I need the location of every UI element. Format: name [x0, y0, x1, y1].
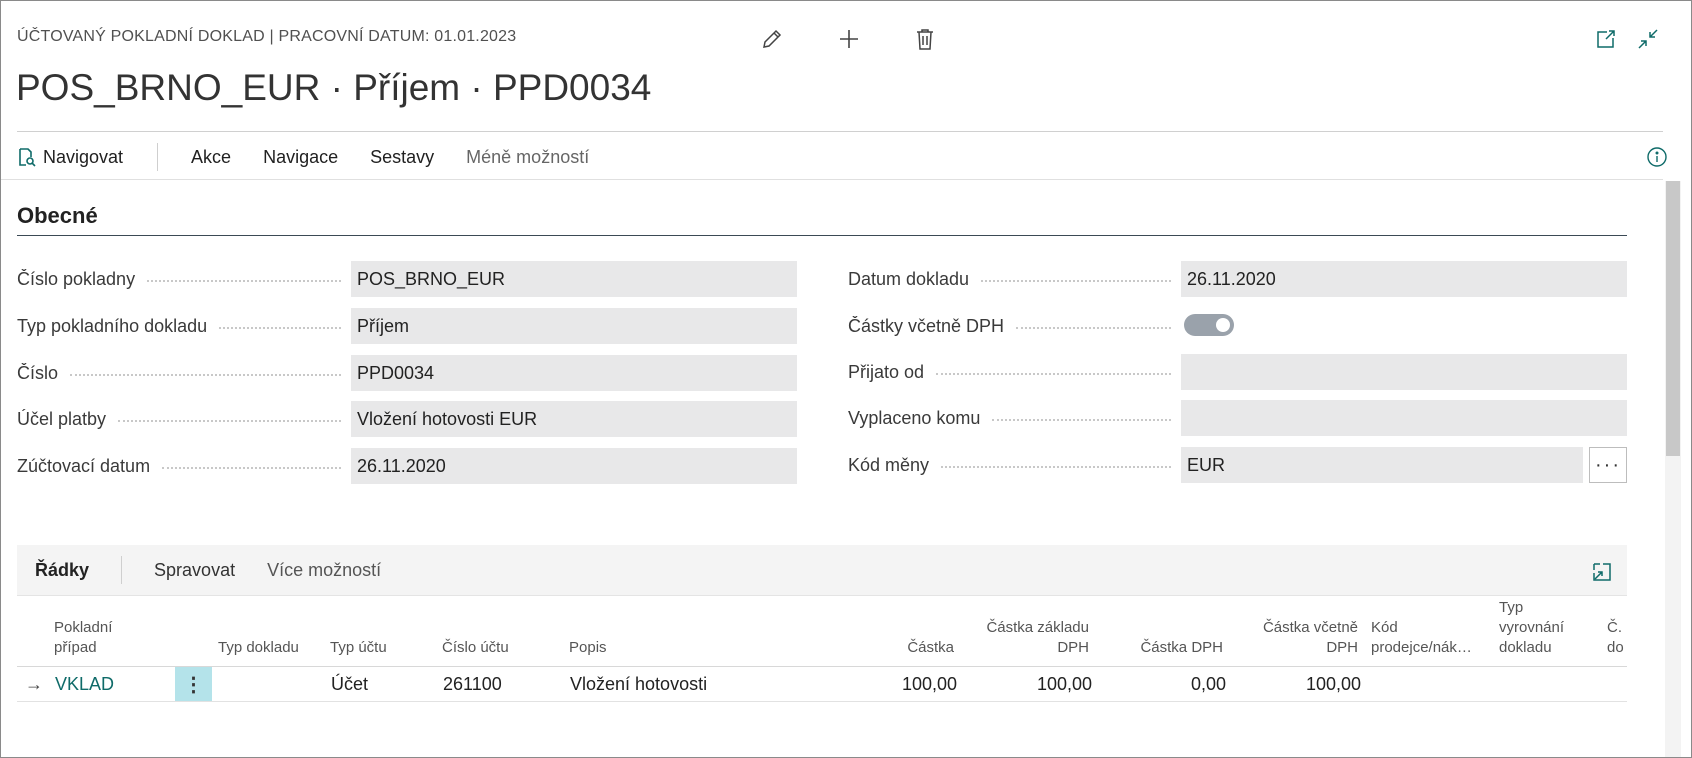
field-label: Datum dokladu — [848, 268, 970, 289]
page-title: POS_BRNO_EUR · Příjem · PPD0034 — [16, 67, 652, 108]
actions-menu[interactable]: Akce — [175, 141, 247, 173]
header-cash-case[interactable]: Pokladní případ — [54, 618, 112, 658]
field-label: Číslo pokladny — [17, 268, 136, 289]
expand-icon[interactable] — [1591, 561, 1613, 583]
cell-amount-incl-vat[interactable]: 100,00 — [1242, 667, 1361, 701]
lines-toolbar: Řádky Spravovat Více možností — [17, 545, 1627, 595]
field-cash-desk-no: Číslo pokladny — [17, 261, 351, 297]
payment-purpose-value[interactable]: Vložení hotovosti EUR — [351, 401, 797, 437]
field-posting-date: Zúčtovací datum — [17, 448, 351, 484]
scrollbar-thumb[interactable] — [1666, 181, 1680, 456]
field-cash-doc-type: Typ pokladního dokladu — [17, 308, 351, 344]
cell-vat-base[interactable]: 100,00 — [973, 667, 1092, 701]
find-entries-icon — [17, 147, 37, 167]
header-vat-base[interactable]: Částka základu DPH — [973, 618, 1089, 658]
header-amount[interactable]: Částka — [853, 638, 954, 658]
navigate-button[interactable]: Navigovat — [17, 141, 139, 173]
header-applies-to-doc-type[interactable]: Typ vyrovnání dokladu — [1499, 598, 1564, 658]
trash-icon[interactable] — [909, 23, 941, 55]
field-amounts-incl-vat: Částky včetně DPH — [848, 308, 1181, 344]
header-description[interactable]: Popis — [569, 638, 607, 658]
row-menu-button[interactable]: ⋮ — [175, 667, 212, 701]
divider — [1, 179, 1663, 180]
currency-lookup-button[interactable]: ··· — [1589, 447, 1627, 483]
plus-icon[interactable] — [833, 23, 865, 55]
tab-lines[interactable]: Řádky — [17, 560, 105, 581]
header-account-type[interactable]: Typ účtu — [330, 638, 387, 658]
currency-code-value[interactable]: EUR — [1181, 447, 1583, 483]
lines-part: Řádky Spravovat Více možností Pokladní p… — [17, 545, 1627, 757]
paid-to-value[interactable] — [1181, 400, 1627, 436]
cash-case-link[interactable]: VKLAD — [55, 667, 114, 701]
header-applies-to-doc-no[interactable]: Č. do — [1607, 618, 1624, 658]
divider — [17, 131, 1663, 132]
header-doc-type[interactable]: Typ dokladu — [218, 638, 299, 658]
field-currency-code: Kód měny — [848, 447, 1181, 483]
field-label: Typ pokladního dokladu — [17, 315, 208, 336]
document-date-value[interactable]: 26.11.2020 — [1181, 261, 1627, 297]
field-payment-purpose: Účel platby — [17, 401, 351, 437]
header-account-no[interactable]: Číslo účtu — [442, 638, 509, 658]
cell-account-no[interactable]: 261100 — [443, 667, 502, 701]
number-value[interactable]: PPD0034 — [351, 355, 797, 391]
cash-doc-type-value[interactable]: Příjem — [351, 308, 797, 344]
more-options-button[interactable]: Více možností — [251, 560, 397, 581]
cell-vat-amount[interactable]: 0,00 — [1107, 667, 1226, 701]
navigation-menu[interactable]: Navigace — [247, 141, 354, 173]
actionbar-divider — [157, 143, 159, 171]
page-frame: ÚČTOVANÝ POKLADNÍ DOKLAD | PRACOVNÍ DATU… — [0, 0, 1692, 758]
header-amount-incl-vat[interactable]: Částka včetně DPH — [1242, 618, 1358, 658]
reports-menu[interactable]: Sestavy — [354, 141, 450, 173]
header-vat-amount[interactable]: Částka DPH — [1107, 638, 1223, 658]
received-from-value[interactable] — [1181, 354, 1627, 390]
action-bar: Navigovat Akce Navigace Sestavy Méně mož… — [17, 141, 1663, 173]
manage-menu[interactable]: Spravovat — [138, 560, 251, 581]
section-title-general[interactable]: Obecné — [17, 203, 98, 229]
pencil-icon[interactable] — [756, 23, 788, 55]
table-row[interactable]: → VKLAD ⋮ Účet 261100 Vložení hotovosti … — [17, 667, 1627, 702]
field-number: Číslo — [17, 355, 351, 391]
cash-desk-no-value[interactable]: POS_BRNO_EUR — [351, 261, 797, 297]
fewer-options-button[interactable]: Méně možností — [450, 141, 605, 173]
field-label: Vyplaceno komu — [848, 407, 981, 428]
cell-account-type[interactable]: Účet — [331, 667, 368, 701]
field-label: Kód měny — [848, 454, 930, 475]
cell-description[interactable]: Vložení hotovosti — [570, 667, 707, 701]
amounts-incl-vat-toggle[interactable] — [1184, 314, 1234, 336]
open-new-window-icon[interactable] — [1590, 23, 1622, 55]
navigate-label: Navigovat — [43, 146, 124, 167]
current-row-arrow-icon: → — [25, 673, 43, 694]
field-label: Účel platby — [17, 408, 107, 429]
field-label: Číslo — [17, 362, 59, 383]
field-label: Přijato od — [848, 361, 925, 382]
collapse-icon[interactable] — [1632, 23, 1664, 55]
page-caption: ÚČTOVANÝ POKLADNÍ DOKLAD | PRACOVNÍ DATU… — [17, 28, 517, 45]
section-rule — [17, 235, 1627, 236]
cell-amount[interactable]: 100,00 — [853, 667, 957, 701]
toggle-knob — [1216, 318, 1230, 332]
lines-table: Pokladní případ Typ dokladu Typ účtu Čís… — [17, 595, 1627, 757]
header-salesperson[interactable]: Kód prodejce/nák… — [1371, 618, 1472, 658]
field-label: Částky včetně DPH — [848, 315, 1005, 336]
field-label: Zúčtovací datum — [17, 455, 151, 476]
field-received-from: Přijato od — [848, 354, 1181, 390]
field-document-date: Datum dokladu — [848, 261, 1181, 297]
vertical-scrollbar[interactable] — [1665, 181, 1681, 757]
posting-date-value[interactable]: 26.11.2020 — [351, 448, 797, 484]
field-paid-to: Vyplaceno komu — [848, 400, 1181, 436]
info-icon[interactable] — [1643, 143, 1671, 171]
lines-toolbar-divider — [121, 556, 123, 584]
